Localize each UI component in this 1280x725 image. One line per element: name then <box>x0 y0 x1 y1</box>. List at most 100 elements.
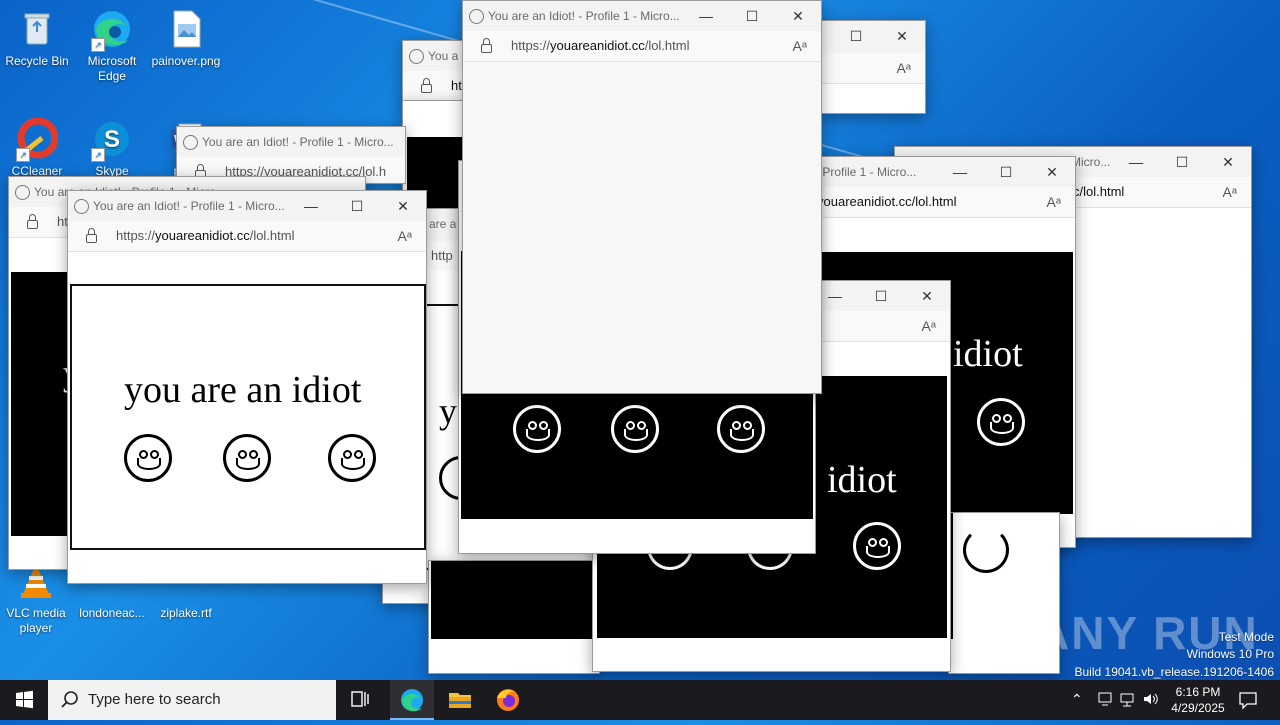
idiot-text: you are an idiot <box>124 369 362 411</box>
idiot-text: y <box>439 391 457 431</box>
task-view-button[interactable] <box>340 680 380 720</box>
edge-icon: ↗ <box>91 8 133 52</box>
desktop-icon-label: ziplake.rtf <box>160 606 212 620</box>
windows-edition-label: Windows 10 Pro <box>1186 647 1274 661</box>
lock-icon <box>86 228 97 243</box>
read-aloud-icon[interactable]: Aᵃ <box>896 53 911 83</box>
smiley-face-icon <box>853 522 901 570</box>
read-aloud-icon[interactable]: Aᵃ <box>1046 187 1061 217</box>
read-aloud-icon[interactable]: Aᵃ <box>921 311 936 341</box>
clock-time: 6:16 PM <box>1175 685 1221 699</box>
maximize-button[interactable]: ☐ <box>833 21 879 51</box>
desktop-icon-label: VLC media player <box>6 606 66 635</box>
minimize-button[interactable]: — <box>937 157 983 187</box>
desktop-icon-painover[interactable]: painover.png <box>150 8 222 69</box>
smiley-tab-icon <box>409 49 424 64</box>
address-bar-url[interactable]: youareanidiot.cc/lol.html <box>817 187 956 217</box>
lock-icon <box>27 214 38 229</box>
browser-window[interactable]: ☐ ✕ Aᵃ <box>818 20 926 114</box>
close-button[interactable]: ✕ <box>1029 157 1075 187</box>
maximize-button[interactable]: ☐ <box>983 157 1029 187</box>
address-bar-url[interactable]: https://youareanidiot.cc/lol.html <box>511 31 690 61</box>
desktop-icon-label: londoneac... <box>79 606 145 620</box>
read-aloud-icon[interactable]: Aᵃ <box>792 31 807 61</box>
smiley-face-icon <box>611 405 659 453</box>
taskbar-firefox-button[interactable] <box>488 680 528 720</box>
address-bar-url[interactable]: ht <box>451 71 462 101</box>
minimize-button[interactable]: — <box>288 191 334 221</box>
idiot-text: idiot <box>953 333 1023 375</box>
search-box[interactable]: Type here to search <box>48 680 336 720</box>
windows-logo-icon <box>16 690 33 709</box>
ethernet-icon[interactable] <box>1119 690 1137 711</box>
browser-window[interactable] <box>428 560 600 674</box>
smiley-face-icon <box>223 434 271 482</box>
smiley-face-icon <box>513 405 561 453</box>
tray-chevron-icon[interactable]: ⌃ <box>1071 691 1083 708</box>
maximize-button[interactable]: ☐ <box>1159 147 1205 177</box>
page-content: you are an idiot <box>68 252 426 583</box>
close-button[interactable]: ✕ <box>879 21 925 51</box>
smiley-tab-icon <box>74 199 89 214</box>
read-aloud-icon[interactable]: Aᵃ <box>1222 177 1237 207</box>
window-title: You are an Idiot! - Profile 1 - Micro... <box>202 135 394 149</box>
build-label: Build 19041.vb_release.191206-1406 <box>1074 665 1275 679</box>
window-title: You are an Idiot! - Profile 1 - Micro... <box>488 9 680 23</box>
taskbar-edge-button[interactable] <box>390 680 434 720</box>
window-title: are a <box>429 217 457 231</box>
firefox-icon <box>497 689 519 711</box>
notifications-icon[interactable] <box>1238 690 1258 713</box>
task-view-icon <box>351 691 369 707</box>
desktop-icon-recycle-bin[interactable]: Recycle Bin <box>1 8 73 69</box>
address-bar-url[interactable]: http <box>431 241 453 271</box>
volume-icon[interactable] <box>1142 690 1160 711</box>
lock-icon <box>421 78 432 93</box>
smiley-face-icon <box>124 434 172 482</box>
minimize-button[interactable]: — <box>1113 147 1159 177</box>
clock-date: 4/29/2025 <box>1171 701 1225 715</box>
smiley-tab-icon <box>183 135 198 150</box>
close-button[interactable]: ✕ <box>380 191 426 221</box>
recycle-bin-icon <box>16 8 58 50</box>
minimize-button[interactable]: — <box>683 1 729 31</box>
close-button[interactable]: ✕ <box>904 281 950 311</box>
search-icon <box>61 691 78 708</box>
page-panel: you are an idiot <box>70 284 426 550</box>
smiley-tab-icon <box>469 9 484 24</box>
image-file-icon <box>165 8 207 50</box>
ccleaner-icon: ↗ <box>16 117 59 162</box>
taskbar-explorer-button[interactable] <box>440 680 480 720</box>
smiley-face-icon <box>963 527 1009 573</box>
smiley-face-icon <box>977 398 1025 446</box>
read-aloud-icon[interactable]: Aᵃ <box>397 221 412 251</box>
smiley-face-icon <box>717 405 765 453</box>
desktop-icon-ccleaner[interactable]: ↗ CCleaner <box>1 117 73 179</box>
maximize-button[interactable]: ☐ <box>334 191 380 221</box>
browser-window[interactable]: You are an Idiot! - Profile 1 - Micro...… <box>67 190 427 584</box>
close-button[interactable]: ✕ <box>775 1 821 31</box>
maximize-button[interactable]: ☐ <box>858 281 904 311</box>
test-mode-label: Test Mode <box>1218 630 1274 644</box>
desktop-icon-label: Recycle Bin <box>5 54 69 68</box>
clock[interactable]: 6:16 PM 4/29/2025 <box>1160 684 1236 716</box>
browser-window[interactable]: You are an Idiot! - Profile 1 - Micro...… <box>462 0 822 394</box>
desktop-icon-vlc[interactable]: VLC media player <box>0 560 72 636</box>
desktop-icon-microsoft-edge[interactable]: ↗ Microsoft Edge <box>76 8 148 84</box>
address-bar-url[interactable]: c/lol.html <box>1073 177 1124 207</box>
window-title: Micro... <box>1071 155 1111 169</box>
idiot-text: idiot <box>827 459 897 501</box>
page-panel <box>431 561 599 639</box>
taskbar: Type here to search ⌃ 6:16 PM 4/29/2025 <box>0 680 1280 720</box>
network-icon[interactable] <box>1097 690 1113 711</box>
skype-icon: S ↗ <box>91 118 133 162</box>
address-bar-url[interactable]: https://youareanidiot.cc/lol.html <box>116 221 295 251</box>
search-placeholder: Type here to search <box>88 691 221 708</box>
desktop-icon-skype[interactable]: S ↗ Skype <box>76 118 148 179</box>
window-title: - Profile 1 - Micro... <box>815 165 917 179</box>
desktop-icon-label: Microsoft Edge <box>87 54 137 83</box>
start-button[interactable] <box>0 680 48 720</box>
smiley-face-icon <box>328 434 376 482</box>
close-button[interactable]: ✕ <box>1205 147 1251 177</box>
maximize-button[interactable]: ☐ <box>729 1 775 31</box>
svg-text:S: S <box>104 126 120 153</box>
